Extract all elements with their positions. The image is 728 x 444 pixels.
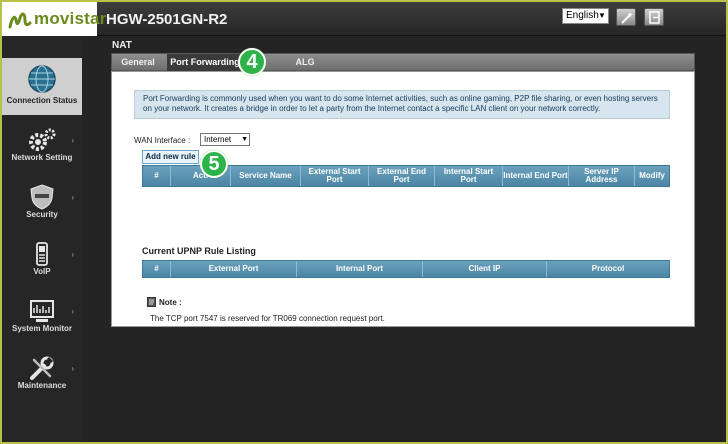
- header: movistar HGW-2501GN-R2 English ▼: [2, 2, 726, 36]
- globe-icon: [28, 65, 56, 93]
- column-header: External End Port: [369, 166, 435, 186]
- phone-icon: [36, 242, 48, 266]
- sidebar-item-label: Network Setting: [11, 153, 73, 162]
- brand-name: movistar: [34, 9, 107, 28]
- model-name: HGW-2501GN-R2: [106, 11, 228, 28]
- chevron-right-icon: ›: [71, 307, 74, 316]
- sidebar-icon-wrap: [26, 64, 58, 93]
- chevron-right-icon: ›: [71, 193, 74, 202]
- column-header: Client IP: [423, 261, 547, 277]
- sidebar-item-label: Maintenance: [17, 381, 67, 390]
- column-header: External Start Port: [301, 166, 369, 186]
- chevron-down-icon: ▼: [241, 136, 248, 143]
- wan-interface-label: WAN Interface :: [134, 136, 191, 145]
- sidebar-icon-wrap: [26, 126, 58, 154]
- content-panel: Port Forwarding is commonly used when yo…: [111, 71, 695, 327]
- note-text: The TCP port 7547 is reserved for TR069 …: [150, 314, 385, 323]
- wan-interface-select[interactable]: Internet ▼: [200, 133, 250, 146]
- note-title: Note :: [159, 298, 182, 307]
- column-header: Internal Port: [297, 261, 423, 277]
- sidebar-item-network-setting[interactable]: › Network Setting: [2, 120, 82, 177]
- chevron-right-icon: ›: [71, 136, 74, 145]
- wan-interface-value: Internet: [204, 135, 232, 144]
- column-header: Modify: [639, 171, 665, 180]
- shield-icon: [30, 184, 54, 210]
- sidebar-icon-wrap: [26, 183, 58, 211]
- step-callout-badge: 4: [238, 48, 266, 76]
- column-header: Server IP Address: [569, 166, 635, 186]
- sidebar: Connection Status › Network Setting › Se…: [2, 37, 82, 442]
- section-title: NAT: [112, 40, 132, 51]
- monitor-icon: [30, 300, 54, 322]
- sidebar-icon-wrap: [26, 240, 58, 268]
- upnp-table-header: # External Port Internal Port Client IP …: [142, 260, 670, 278]
- column-header: #: [143, 166, 171, 186]
- sidebar-item-connection-status[interactable]: Connection Status: [2, 58, 82, 115]
- movistar-m-icon: [8, 12, 32, 29]
- wizard-button[interactable]: [616, 8, 636, 26]
- logo: movistar: [2, 2, 106, 36]
- column-header: #: [143, 261, 171, 277]
- tab-alg[interactable]: ALG: [285, 54, 325, 71]
- sidebar-item-label: VoIP: [33, 267, 51, 276]
- tab-general[interactable]: General: [112, 54, 164, 71]
- sidebar-item-label: Connection Status: [6, 96, 78, 105]
- sidebar-icon-wrap: [26, 297, 58, 325]
- column-header: Internal Start Port: [435, 166, 503, 186]
- sidebar-item-system-monitor[interactable]: › System Monitor: [2, 291, 82, 348]
- note-icon: [147, 297, 156, 307]
- sidebar-item-label: System Monitor: [11, 324, 72, 333]
- column-header: Service Name: [231, 166, 301, 186]
- wand-icon: [621, 12, 633, 24]
- tab-port-forwarding[interactable]: Port Forwarding: [167, 54, 243, 71]
- sidebar-icon-wrap: [26, 354, 58, 382]
- sidebar-item-maintenance[interactable]: › Maintenance: [2, 348, 82, 405]
- tools-icon: [30, 356, 54, 380]
- gears-icon: [29, 128, 56, 151]
- main-content: NAT General Port Forwarding ALG Port For…: [82, 37, 726, 442]
- chevron-right-icon: ›: [71, 364, 74, 373]
- chevron-down-icon: ▼: [598, 11, 606, 20]
- chevron-right-icon: ›: [71, 250, 74, 259]
- upnp-title: Current UPNP Rule Listing: [142, 246, 256, 256]
- step-callout-badge: 5: [200, 150, 228, 178]
- add-new-rule-button[interactable]: Add new rule: [142, 150, 199, 164]
- logout-button[interactable]: [644, 8, 664, 26]
- info-description: Port Forwarding is commonly used when yo…: [134, 90, 670, 119]
- tab-bar: General Port Forwarding ALG: [111, 53, 695, 71]
- language-value: English: [566, 10, 599, 21]
- column-header: External Port: [171, 261, 297, 277]
- language-select[interactable]: English ▼: [562, 8, 609, 24]
- column-header: Internal End Port: [503, 166, 569, 186]
- column-header: Protocol: [591, 264, 625, 273]
- sidebar-item-label: Security: [26, 210, 58, 219]
- sidebar-item-voip[interactable]: › VoIP: [2, 234, 82, 291]
- logout-icon: [649, 11, 660, 24]
- sidebar-item-security[interactable]: › Security: [2, 177, 82, 234]
